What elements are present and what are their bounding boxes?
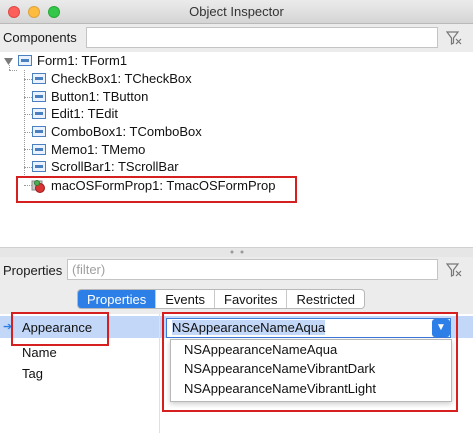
- tab-restricted[interactable]: Restricted: [286, 290, 364, 308]
- highlight-box-component: [16, 176, 297, 203]
- tree-item-label: CheckBox1: TCheckBox: [51, 71, 192, 86]
- tree-guide-line: [24, 167, 32, 168]
- property-name: Tag: [22, 366, 43, 381]
- component-icon: [32, 144, 46, 155]
- tree-item-label: Form1: TForm1: [37, 53, 128, 68]
- tab-events[interactable]: Events: [155, 290, 214, 308]
- splitter-grip-icon: [230, 250, 244, 254]
- highlight-box-property: [11, 312, 109, 346]
- window-title: Object Inspector: [189, 4, 284, 19]
- tree-guide-line: [24, 114, 32, 115]
- component-icon: [32, 126, 46, 137]
- tab-favorites[interactable]: Favorites: [214, 290, 286, 308]
- filter-clear-icon: [445, 31, 462, 45]
- properties-label: Properties: [3, 263, 63, 278]
- component-icon: [32, 108, 46, 119]
- tree-guide-line: [9, 70, 17, 71]
- properties-filter-button[interactable]: [443, 259, 464, 280]
- component-icon: [32, 161, 46, 172]
- filter-clear-icon: [445, 263, 462, 277]
- component-icon: [32, 73, 46, 84]
- tree-guide-line: [24, 97, 32, 98]
- component-tree[interactable]: Form1: TForm1 CheckBox1: TCheckBox Butto…: [0, 52, 473, 247]
- column-divider[interactable]: [159, 314, 160, 433]
- components-search-input[interactable]: [86, 27, 438, 48]
- form-icon: [18, 55, 32, 66]
- tree-guide-line: [24, 132, 32, 133]
- tree-item-label: ComboBox1: TComboBox: [51, 124, 202, 139]
- component-icon: [32, 91, 46, 102]
- tree-item-label: Memo1: TMemo: [51, 142, 146, 157]
- properties-filter-input[interactable]: (filter): [67, 259, 438, 280]
- tree-guide-line: [24, 70, 25, 177]
- components-label: Components: [3, 30, 77, 45]
- tree-guide-line: [24, 149, 32, 150]
- inspector-tabs: Properties Events Favorites Restricted: [77, 289, 365, 309]
- tree-item-label: Edit1: TEdit: [51, 106, 118, 121]
- tree-item-label: Button1: TButton: [51, 89, 149, 104]
- property-name: Name: [22, 345, 57, 360]
- tree-item-label: ScrollBar1: TScrollBar: [51, 159, 179, 174]
- tree-guide-line: [24, 79, 32, 80]
- highlight-box-value: [162, 312, 458, 412]
- components-filter-button[interactable]: [443, 27, 464, 48]
- tab-properties[interactable]: Properties: [78, 290, 156, 308]
